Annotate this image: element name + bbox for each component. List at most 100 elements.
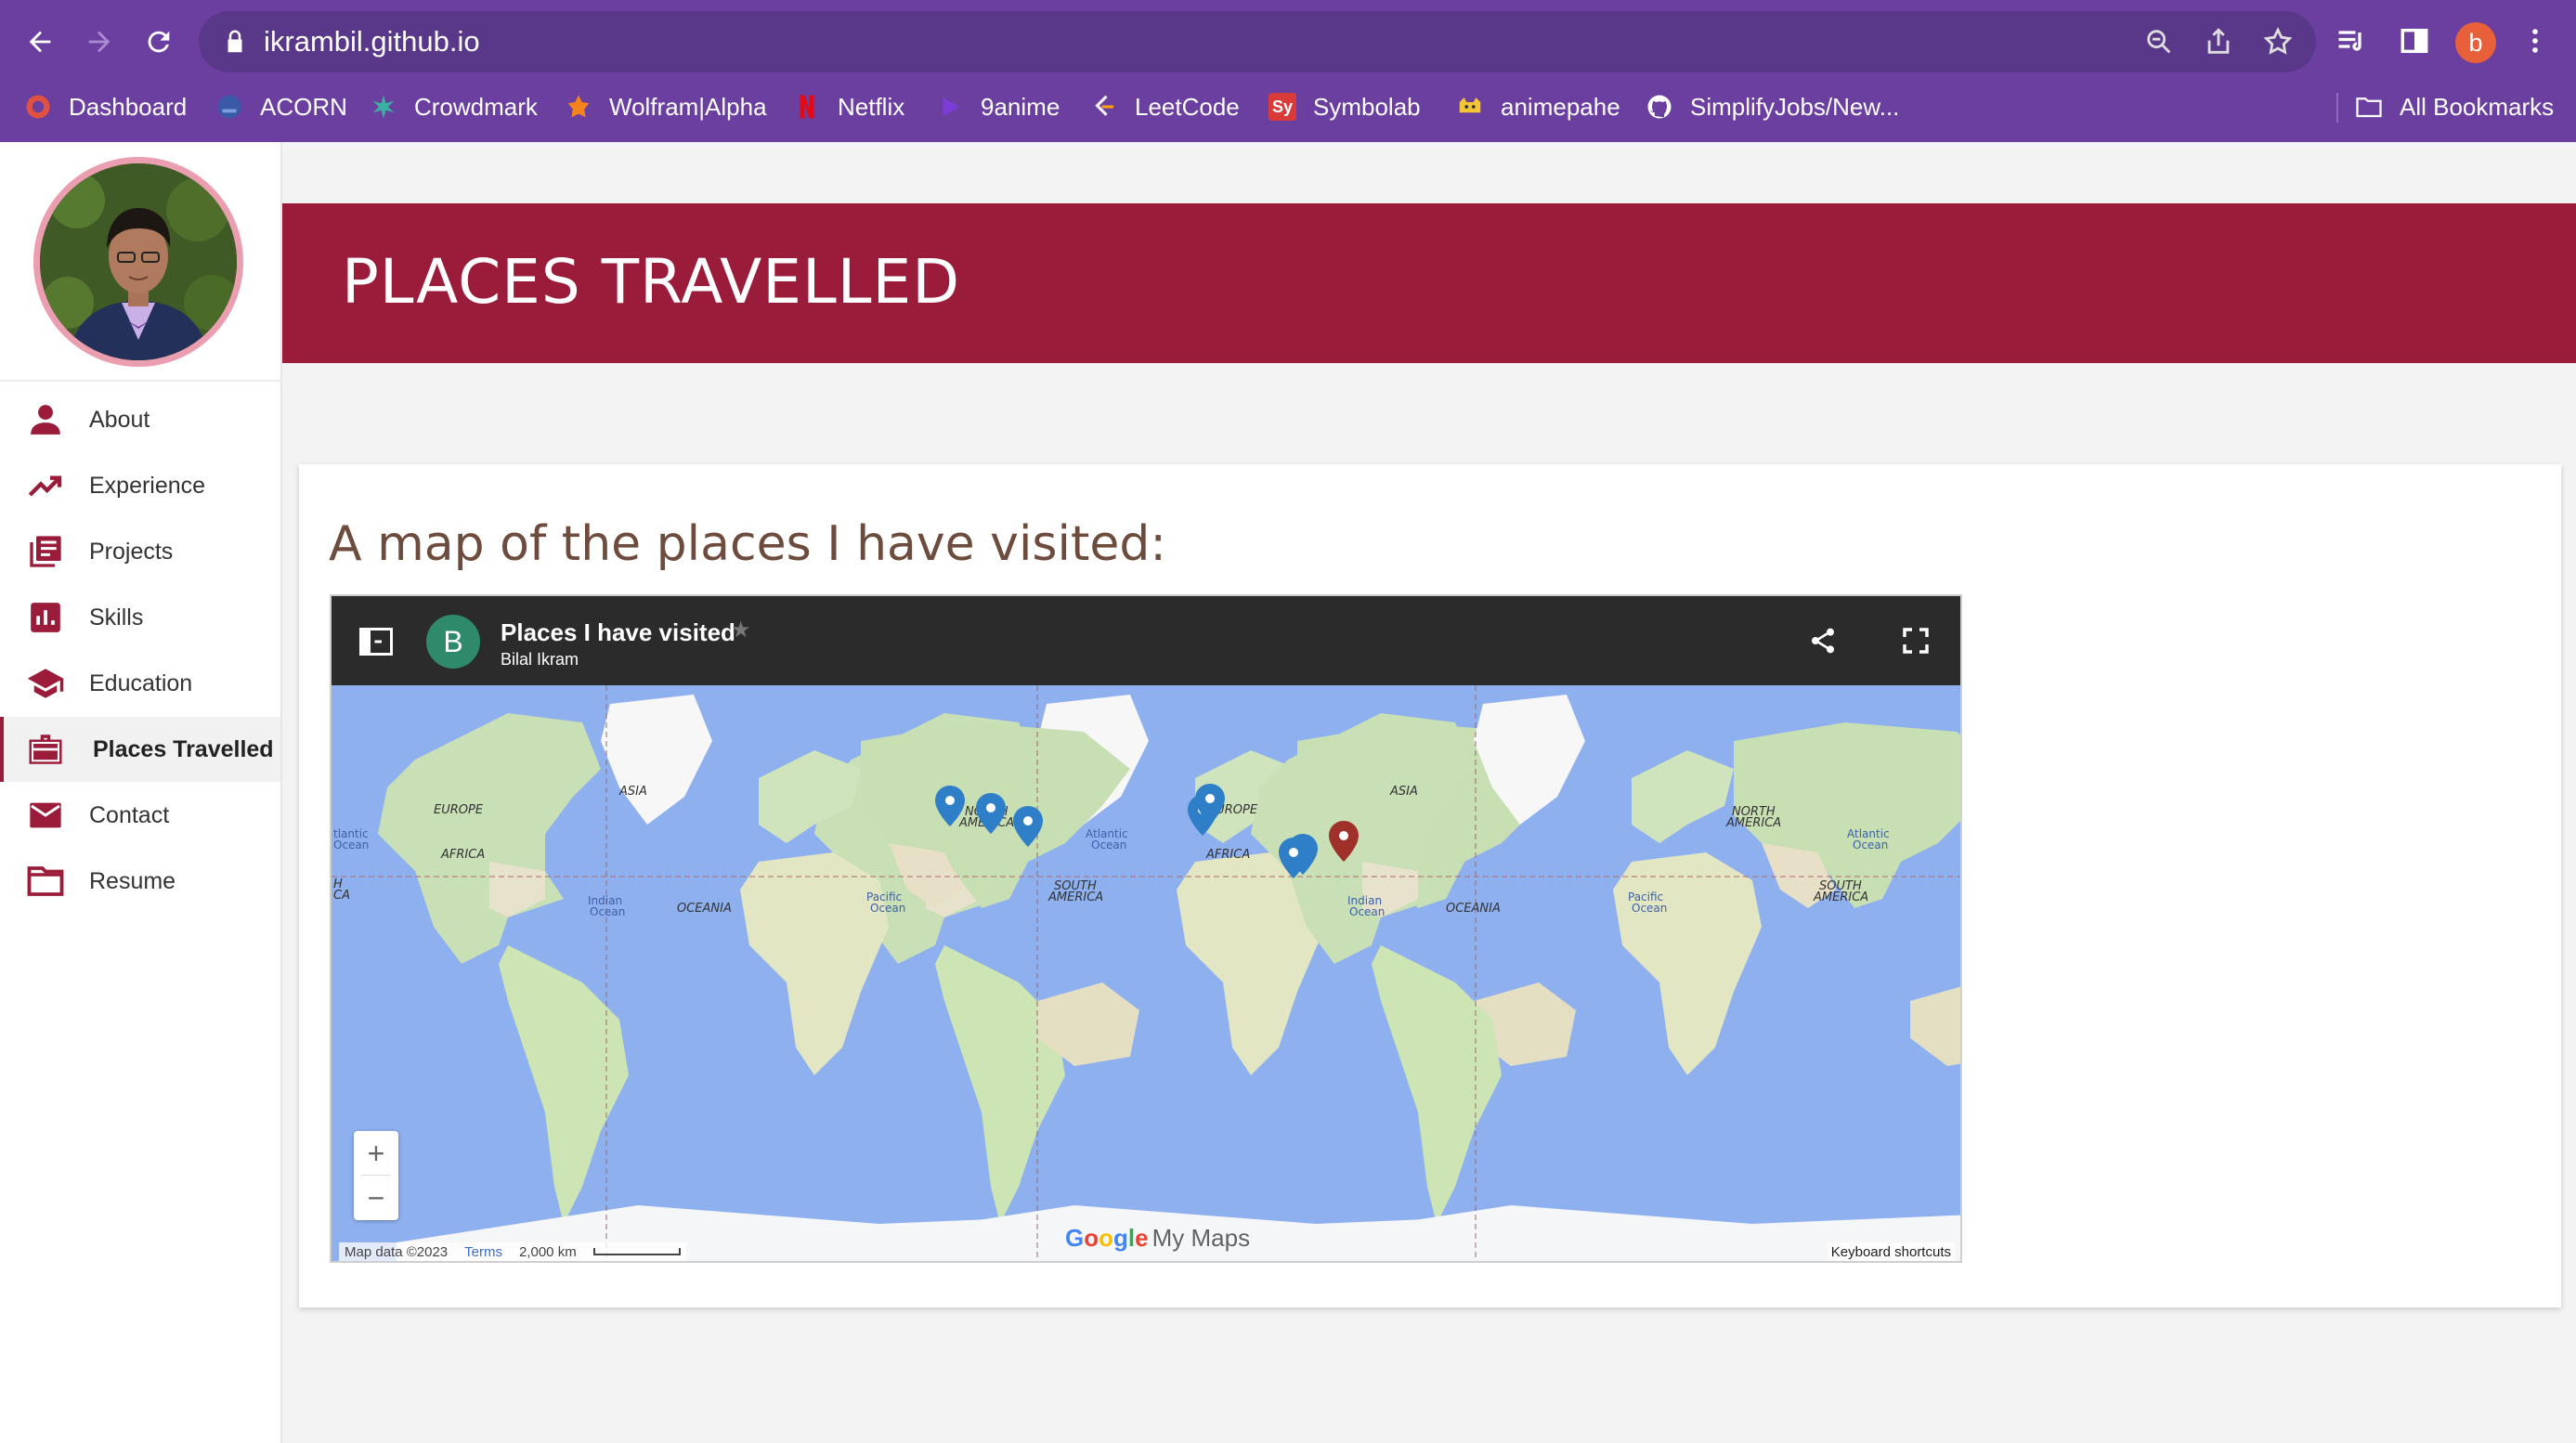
sidebar-item-education[interactable]: Education [0, 651, 280, 716]
zoom-out-button[interactable]: − [354, 1176, 398, 1220]
zoom-icon[interactable] [2143, 26, 2175, 58]
map-label-south-america-4: AMERICA [1813, 890, 1868, 904]
bookmarks-separator [2336, 93, 2338, 123]
map-label-europe: EUROPE [434, 803, 484, 817]
forward-button[interactable] [74, 17, 124, 67]
sidebar-item-projects[interactable]: Projects [0, 519, 280, 584]
sidebar-item-label: Resume [89, 867, 176, 894]
section-heading: A map of the places I have visited: [329, 516, 1166, 572]
side-panel-icon[interactable] [2394, 20, 2435, 61]
bookmark-wolfram[interactable]: Wolfram|Alpha [565, 85, 767, 128]
map-label-oceania: OCEANIA [677, 902, 732, 916]
map-label-asia-2: ASIA [1389, 785, 1418, 799]
reload-button[interactable] [134, 17, 184, 67]
map-label-indian-4: Ocean [1349, 905, 1385, 918]
map-label-oceania-2: OCEANIA [1446, 902, 1501, 916]
map-label-pacific-2: Ocean [870, 902, 905, 915]
bookmark-netflix[interactable]: Netflix [793, 85, 904, 128]
sidebar-item-places-travelled[interactable]: Places Travelled [0, 717, 280, 782]
folder-icon [2355, 93, 2383, 121]
page-banner: PLACES TRAVELLED [282, 203, 2576, 363]
netflix-favicon-icon [793, 93, 821, 121]
dashboard-favicon-icon [24, 93, 52, 121]
keyboard-shortcuts-link[interactable]: Keyboard shortcuts [1827, 1242, 1955, 1261]
bookmark-crowdmark[interactable]: Crowdmark [370, 85, 538, 128]
terms-link[interactable]: Terms [464, 1244, 502, 1260]
github-favicon-icon [1646, 93, 1673, 121]
sidebar-item-label: Skills [89, 604, 144, 630]
star-icon[interactable] [2262, 26, 2294, 58]
map-label-asia: ASIA [618, 785, 647, 799]
map-label-atlantic-partial-2: Ocean [333, 838, 369, 852]
sidebar-item-contact[interactable]: Contact [0, 783, 280, 848]
lock-icon [228, 30, 242, 53]
bookmark-animepahe[interactable]: animepahe [1456, 85, 1620, 128]
bookmark-leetcode[interactable]: LeetCode [1090, 85, 1240, 128]
map-label-atlantic-2: Ocean [1091, 838, 1126, 852]
map-label-atlantic-4: Ocean [1853, 838, 1888, 852]
sidebar-item-about[interactable]: About [0, 387, 280, 452]
reading-list-icon[interactable] [2331, 20, 2372, 61]
reload-icon [148, 31, 170, 53]
sidebar-item-label: Experience [89, 472, 206, 499]
sidebar-item-skills[interactable]: Skills [0, 585, 280, 650]
scale-label: 2,000 km [518, 1243, 577, 1260]
fullscreen-icon[interactable] [1901, 626, 1931, 656]
sidebar-item-label: About [89, 406, 150, 433]
map-label-pacific-4: Ocean [1632, 902, 1667, 915]
bookmark-symbolab[interactable]: Sy Symbolab [1268, 85, 1421, 128]
sidebar: About Experience Projects Skills Educati… [0, 142, 282, 1443]
url-text: ikrambil.github.io [264, 25, 480, 58]
world-map-tile-left [378, 695, 1288, 1261]
sidebar-item-resume[interactable]: Resume [0, 849, 280, 914]
map-label-africa: AFRICA [440, 848, 485, 862]
map-label-africa-2: AFRICA [1205, 848, 1250, 862]
map-header: B Places I have visited ★ Bilal Ikram [332, 596, 1960, 685]
wolfram-favicon-icon [565, 93, 592, 121]
bookmark-dashboard[interactable]: Dashboard [24, 85, 187, 128]
share-icon[interactable] [1808, 626, 1838, 656]
back-button[interactable] [15, 17, 65, 67]
address-bar[interactable]: ikrambil.github.io [199, 11, 2316, 72]
bookmarks-bar: Dashboard ACORN Crowdmark Wolfram|Alpha … [0, 85, 2576, 128]
zoom-in-button[interactable]: + [354, 1131, 398, 1176]
world-map: ASIA EUROPE AFRICA OCEANIA NORTH AMERICA… [332, 685, 1960, 1261]
profile-portrait-icon [40, 163, 237, 360]
map-owner-avatar: B [426, 615, 480, 669]
briefcase-icon [26, 730, 65, 769]
profile-photo [33, 157, 243, 367]
map-owner-name: Bilal Ikram [501, 650, 579, 669]
star-icon[interactable]: ★ [731, 617, 751, 644]
map-legend-toggle-icon[interactable] [359, 628, 393, 656]
arrow-right-icon [88, 31, 111, 53]
bookmark-simplifyjobs[interactable]: SimplifyJobs/New... [1646, 85, 1899, 128]
zoom-separator [361, 1175, 391, 1176]
page-title: PLACES TRAVELLED [342, 246, 961, 318]
map-canvas[interactable]: ASIA EUROPE AFRICA OCEANIA NORTH AMERICA… [332, 685, 1960, 1261]
all-bookmarks-button[interactable]: All Bookmarks [2355, 85, 2554, 128]
folder-icon [26, 862, 65, 901]
map-title: Places I have visited [501, 618, 735, 646]
arrow-left-icon [29, 31, 51, 53]
map-label-south-america-partial-2: CA [333, 889, 350, 903]
acorn-favicon-icon [215, 93, 243, 121]
9anime-favicon-icon [936, 93, 964, 121]
sidebar-item-experience[interactable]: Experience [0, 453, 280, 518]
animepahe-favicon-icon [1456, 93, 1484, 121]
embedded-map[interactable]: B Places I have visited ★ Bilal Ikram AS… [330, 594, 1962, 1263]
map-label-indian-2: Ocean [590, 905, 625, 918]
graduation-cap-icon [26, 664, 65, 703]
person-icon [26, 400, 65, 439]
map-label-south-america-2: AMERICA [1047, 890, 1103, 904]
bookmark-acorn[interactable]: ACORN [215, 85, 347, 128]
sidebar-item-label: Projects [89, 538, 174, 565]
browser-chrome: ikrambil.github.io b Dashboard ACORN Cro… [0, 0, 2576, 142]
kebab-menu-icon[interactable] [2515, 20, 2556, 61]
share-icon[interactable] [2203, 26, 2234, 58]
scale-bar [592, 1248, 681, 1255]
bar-chart-icon [26, 598, 65, 637]
profile-avatar[interactable]: b [2455, 22, 2496, 63]
sidebar-item-label: Places Travelled [93, 735, 274, 762]
crowdmark-favicon-icon [370, 93, 397, 121]
bookmark-9anime[interactable]: 9anime [936, 85, 1060, 128]
